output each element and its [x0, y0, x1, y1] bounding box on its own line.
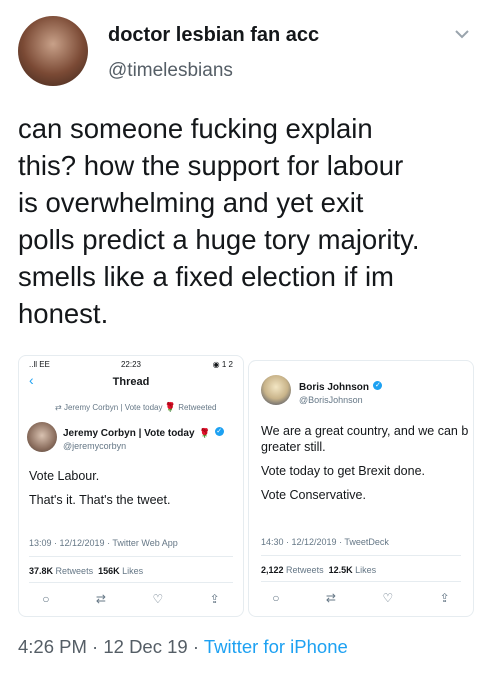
body-line: greater still. [261, 440, 326, 454]
corbyn-author: Jeremy Corbyn | Vote today 🌹 ✓ @jeremyco… [63, 423, 224, 451]
profile-avatar[interactable] [18, 16, 88, 86]
embedded-screenshot-johnson[interactable]: Boris Johnson ✓ @BorisJohnson We are a g… [248, 360, 474, 617]
reply-icon[interactable]: ○ [272, 591, 279, 605]
divider [29, 556, 233, 557]
body-line: We are a great country, and we can b [261, 424, 469, 438]
body-line: Vote Labour. [29, 469, 100, 483]
tweet-line: this? how the support for labour [18, 150, 404, 181]
corbyn-name[interactable]: Jeremy Corbyn | Vote today [63, 428, 195, 439]
tweet-line: smells like a fixed election if im [18, 261, 394, 292]
johnson-handle[interactable]: @BorisJohnson [299, 395, 382, 405]
retweeted-label: ⇄ Jeremy Corbyn | Vote today 🌹 Retweeted [55, 402, 217, 412]
display-name[interactable]: doctor lesbian fan acc [108, 24, 319, 47]
divider [261, 555, 461, 556]
johnson-tweet-body: We are a great country, and we can b gre… [261, 423, 473, 511]
body-line: Vote Conservative. [261, 488, 366, 502]
tweet-line: is overwhelming and yet exit [18, 187, 364, 218]
share-icon[interactable]: ⇪ [210, 592, 220, 606]
retweet-icon: ⇄ [55, 403, 62, 412]
verified-icon: ✓ [214, 427, 224, 437]
tweet-footer: 4:26 PM · 12 Dec 19 · Twitter for iPhone [18, 636, 348, 657]
johnson-avatar[interactable] [261, 375, 291, 405]
like-icon[interactable]: ♡ [382, 591, 393, 605]
divider [261, 581, 461, 582]
status-icons: ◉ 1 2 [212, 360, 233, 369]
tweet-line: can someone fucking explain [18, 113, 373, 144]
corbyn-timestamp: 13:09 · 12/12/2019 · Twitter Web App [29, 538, 178, 548]
status-time: 22:23 [120, 360, 142, 369]
body-line: That's it. That's the tweet. [29, 493, 171, 507]
rose-icon: 🌹 [199, 428, 211, 438]
johnson-name[interactable]: Boris Johnson [299, 382, 369, 393]
johnson-actions: ○ ⇄ ♡ ⇪ [249, 591, 473, 605]
tweet-line: polls predict a huge tory majority. [18, 224, 420, 255]
tweet-line: honest. [18, 298, 109, 329]
tweet-source[interactable]: Twitter for iPhone [204, 636, 348, 657]
corbyn-handle[interactable]: @jeremycorbyn [63, 441, 224, 451]
corbyn-avatar[interactable] [27, 422, 57, 452]
thread-title: Thread [112, 376, 150, 388]
like-icon[interactable]: ♡ [152, 592, 163, 606]
rose-icon: 🌹 [164, 402, 176, 412]
body-line: Vote today to get Brexit done. [261, 464, 426, 478]
tweet-time[interactable]: 4:26 PM [18, 636, 87, 657]
johnson-timestamp: 14:30 · 12/12/2019 · TweetDeck [261, 537, 389, 547]
corbyn-actions: ○ ⇄ ♡ ⇪ [19, 592, 243, 606]
reply-icon[interactable]: ○ [42, 592, 49, 606]
embedded-screenshot-corbyn[interactable]: ..ll EE 22:23 ◉ 1 2 ‹ Thread ⇄ Jeremy Co… [18, 355, 244, 617]
corbyn-tweet-body: Vote Labour. That's it. That's the tweet… [29, 468, 239, 516]
corbyn-stats: 37.8K Retweets 156K Likes [29, 566, 144, 576]
chevron-down-icon[interactable] [452, 24, 472, 44]
johnson-author: Boris Johnson ✓ @BorisJohnson [299, 377, 383, 405]
tweet-text: can someone fucking explain this? how th… [18, 110, 478, 332]
verified-icon: ✓ [373, 381, 383, 391]
tweet-date[interactable]: 12 Dec 19 [103, 636, 187, 657]
johnson-stats: 2,122 Retweets 12.5K Likes [261, 565, 377, 575]
retweet-icon[interactable]: ⇄ [326, 591, 336, 605]
share-icon[interactable]: ⇪ [440, 591, 450, 605]
retweet-icon[interactable]: ⇄ [96, 592, 106, 606]
user-handle[interactable]: @timelesbians [108, 60, 233, 82]
divider [29, 582, 233, 583]
